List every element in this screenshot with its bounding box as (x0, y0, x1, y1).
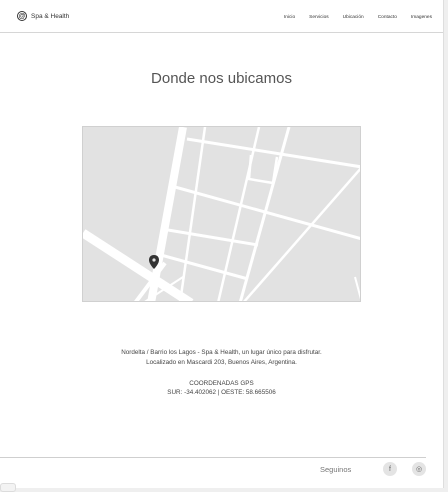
facebook-icon[interactable]: f (383, 462, 397, 476)
gps-title: COORDENADAS GPS (189, 380, 254, 387)
brand-logo[interactable]: @ Spa & Health (17, 11, 69, 21)
location-map[interactable] (82, 126, 361, 302)
header: @ Spa & Health Inicio Servicios Ubicació… (0, 3, 443, 33)
nav-ubicacion[interactable]: Ubicación (343, 15, 364, 20)
nav-contacto[interactable]: Contacto (378, 15, 397, 20)
follow-label: Seguinos (320, 465, 352, 474)
nav-imagenes[interactable]: Imagenes (411, 15, 432, 20)
page-title: Donde nos ubicamos (151, 70, 292, 87)
main-nav: Inicio Servicios Ubicación Contacto Imag… (284, 15, 432, 20)
corner-widget[interactable] (0, 483, 16, 492)
location-address: Localizado en Mascardi 203, Buenos Aires… (146, 359, 297, 366)
instagram-icon[interactable]: ◎ (412, 462, 426, 476)
page: @ Spa & Health Inicio Servicios Ubicació… (0, 0, 444, 488)
brand-name: Spa & Health (31, 12, 70, 20)
nav-inicio[interactable]: Inicio (284, 15, 295, 20)
location-description: Nordelta / Barrio los Lagos - Spa & Heal… (121, 349, 322, 356)
nav-servicios[interactable]: Servicios (309, 15, 328, 20)
at-icon: @ (17, 11, 27, 21)
gps-coordinates: SUR: -34.402062 | OESTE: 58.665506 (167, 389, 276, 396)
footer-divider (0, 457, 426, 458)
map-streets (83, 127, 360, 301)
